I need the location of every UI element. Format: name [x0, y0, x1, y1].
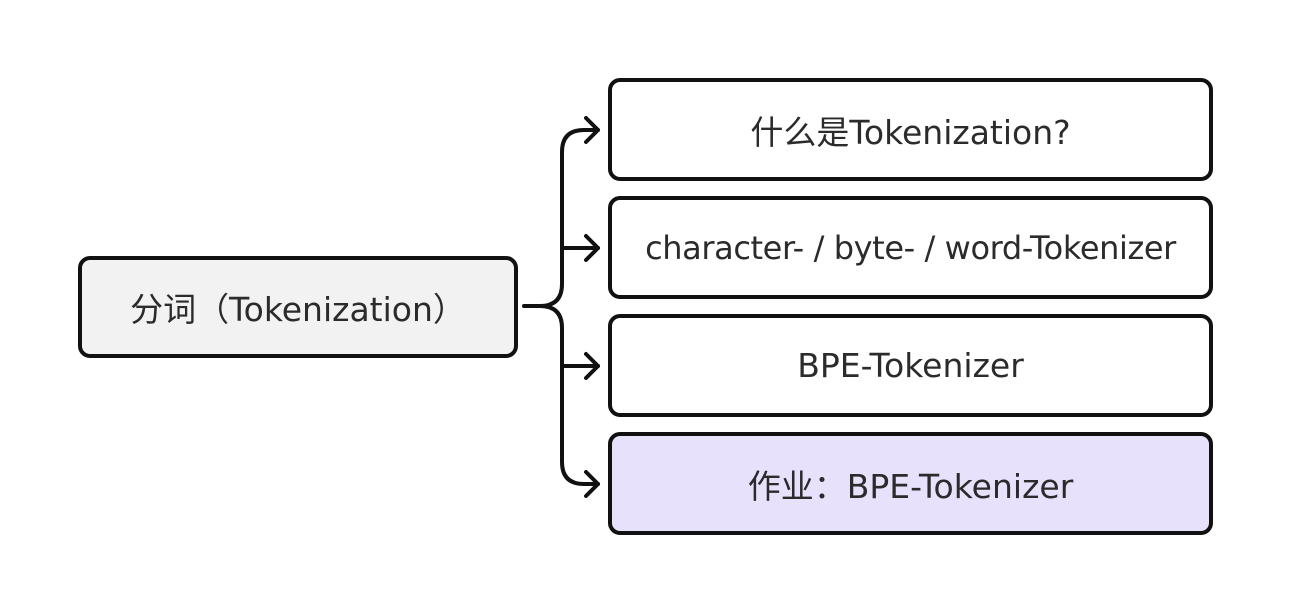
branch-trunk-lower — [538, 304, 600, 486]
root-stem-line — [522, 282, 564, 308]
child-node-label: 什么是Tokenization? — [750, 112, 1071, 152]
child-node-label: 作业：BPE-Tokenizer — [747, 466, 1074, 506]
branch-trunk-upper — [560, 128, 600, 286]
root-node[interactable]: 分词（Tokenization） — [78, 256, 518, 358]
child-node-homework-bpe-tokenizer[interactable]: 作业：BPE-Tokenizer — [608, 432, 1213, 535]
child-node-label: BPE-Tokenizer — [797, 346, 1024, 385]
child-node-label: character- / byte- / word-Tokenizer — [645, 228, 1176, 267]
child-node-bpe-tokenizer[interactable]: BPE-Tokenizer — [608, 314, 1213, 417]
root-node-label: 分词（Tokenization） — [130, 290, 466, 329]
child-node-character-byte-word-tokenizer[interactable]: character- / byte- / word-Tokenizer — [608, 196, 1213, 299]
child-node-what-is-tokenization[interactable]: 什么是Tokenization? — [608, 78, 1213, 181]
